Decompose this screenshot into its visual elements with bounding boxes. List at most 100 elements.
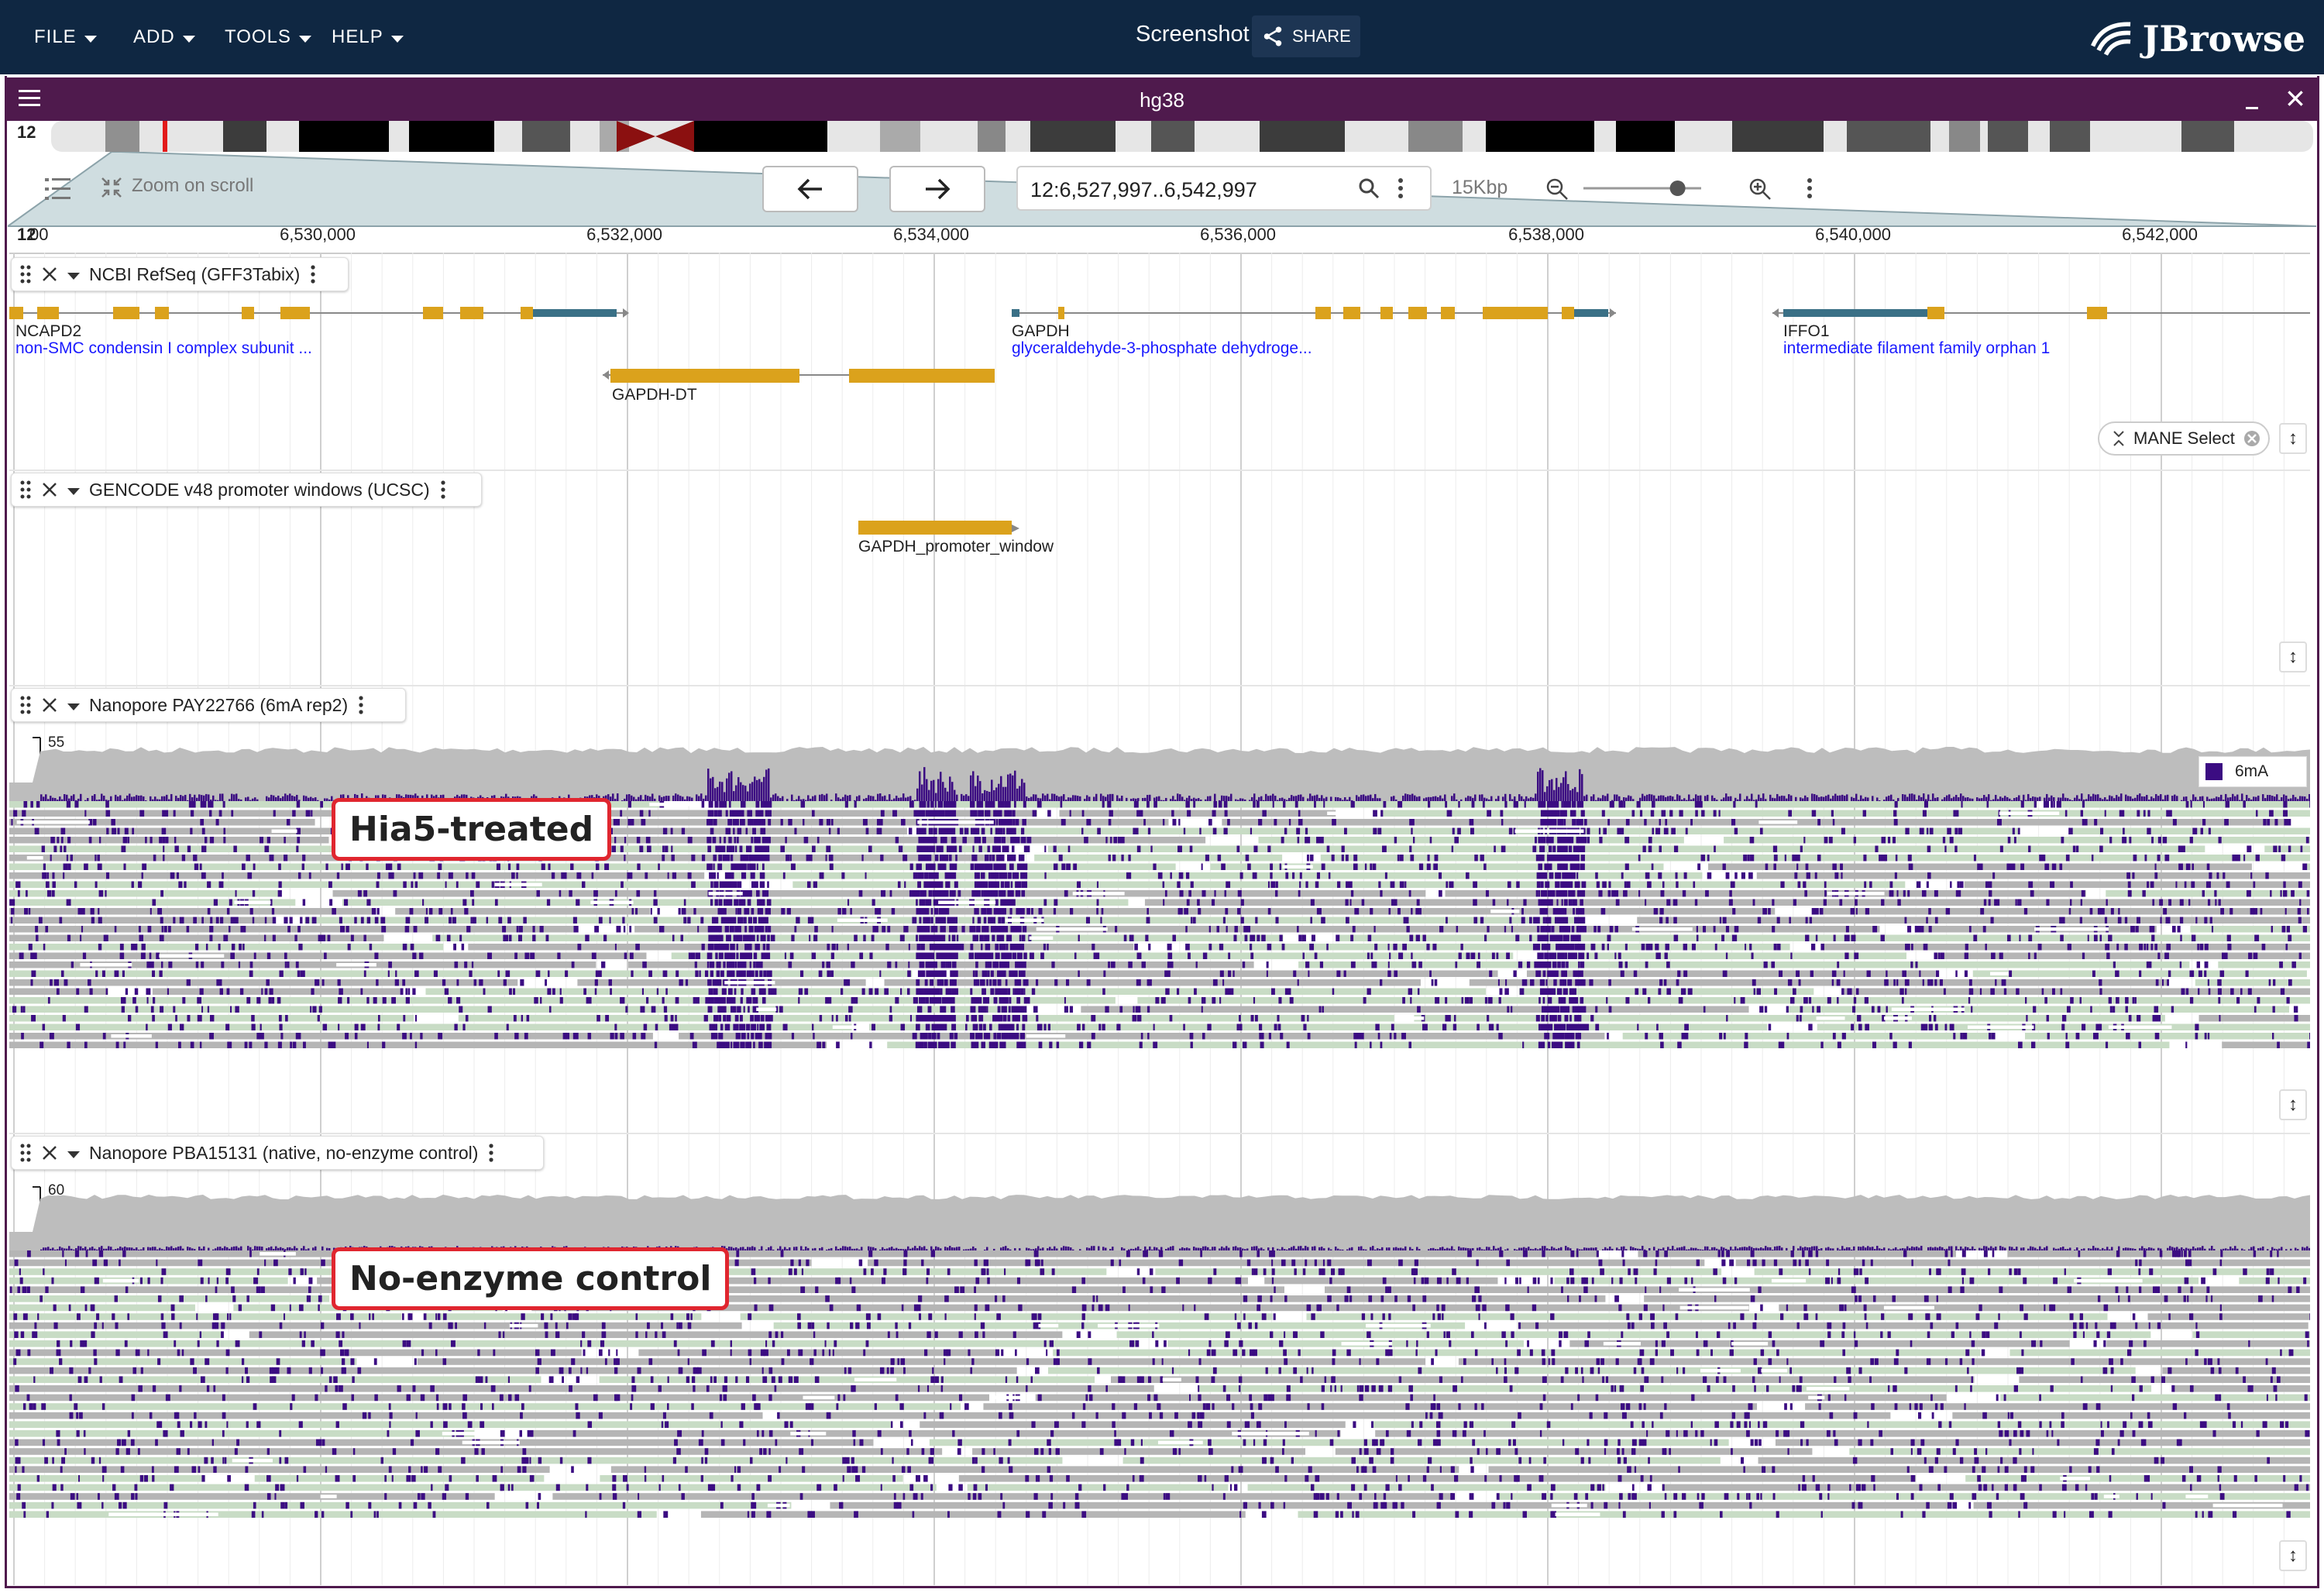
track-selector-icon[interactable] [45, 177, 71, 201]
legend-swatch [2205, 763, 2223, 780]
bp-per-view-label: 15Kbp [1452, 177, 1508, 198]
chevron-down-icon [390, 35, 404, 43]
track-header-nanopore-control[interactable]: Nanopore PBA15131 (native, no-enzyme con… [11, 1136, 544, 1170]
gene-description: glyceraldehyde-3-phosphate dehydroge... [1012, 339, 1312, 357]
track-name: GENCODE v48 promoter windows (UCSC) [89, 479, 430, 500]
close-track-icon[interactable] [41, 1144, 58, 1161]
track-menu-icon[interactable] [357, 694, 365, 716]
ruler-tick: 6,538,000 [1508, 225, 1584, 244]
drag-handle-icon[interactable] [19, 1143, 32, 1163]
zoom-out-icon[interactable] [1545, 177, 1569, 201]
track-divider [9, 470, 2310, 471]
zoom-in-icon[interactable] [1748, 177, 1772, 201]
close-track-icon[interactable] [41, 697, 58, 714]
resize-icon: ↕ [2288, 1094, 2298, 1115]
feature-gapdh-promoter-window[interactable] [858, 519, 1026, 538]
chromosome-label: 12 [17, 122, 36, 142]
track-resize-handle[interactable]: ↕ [2279, 641, 2307, 672]
remove-filter-icon[interactable] [2243, 429, 2261, 448]
ruler-tick: 6,542,000 [2122, 225, 2198, 244]
resize-icon: ↕ [2288, 646, 2298, 667]
share-icon [1263, 26, 1282, 46]
zoom-on-scroll-icon[interactable] [99, 175, 124, 200]
gene-gapdh[interactable] [1012, 307, 1616, 319]
gene-label: GAPDH-DT [612, 386, 697, 404]
menu-help[interactable]: HELP [332, 23, 404, 51]
drag-handle-icon[interactable] [19, 695, 32, 715]
zoom-on-scroll-label[interactable]: Zoom on scroll [132, 175, 253, 197]
view-title: hg38 [1140, 88, 1184, 112]
screenshot-label: Screenshot [1136, 22, 1250, 46]
chromosome-ideogram[interactable] [51, 121, 2313, 152]
menu-tools[interactable]: TOOLS [225, 23, 311, 51]
drag-handle-icon[interactable] [19, 480, 32, 500]
close-track-icon[interactable] [41, 266, 58, 283]
ruler-tick: 6,534,000 [893, 225, 969, 244]
menu-help-label: HELP [332, 26, 383, 47]
gene-description: non-SMC condensin I complex subunit ... [15, 339, 312, 357]
chevron-down-icon [298, 35, 311, 43]
ruler-tick: 6,532,000 [586, 225, 662, 244]
track-header-nanopore-treated[interactable]: Nanopore PAY22766 (6mA rep2) [11, 688, 406, 722]
track-divider [9, 1133, 2310, 1134]
track-header-refseq[interactable]: NCBI RefSeq (GFF3Tabix) [11, 257, 349, 291]
zoom-slider-thumb[interactable] [1669, 181, 1686, 196]
menu-add[interactable]: ADD [133, 23, 195, 51]
jbrowse-logo: JBrowse [2089, 14, 2305, 64]
gene-label: GAPDH [1012, 322, 1070, 340]
ruler-tick: 6,540,000 [1815, 225, 1891, 244]
resize-icon: ↕ [2288, 428, 2298, 449]
coverage-plot-treated[interactable] [9, 736, 2310, 801]
gene-description: intermediate filament family orphan 1 [1783, 339, 2051, 357]
drag-handle-icon[interactable] [19, 264, 32, 284]
gene-iffo1[interactable] [1772, 307, 2310, 319]
chevron-down-icon[interactable] [67, 1151, 80, 1158]
track-menu-icon[interactable] [309, 263, 317, 285]
location-more-icon[interactable] [1396, 177, 1405, 200]
gene-label: IFFO1 [1783, 322, 1830, 340]
chevron-down-icon[interactable] [67, 487, 80, 495]
gene-gapdh-dt[interactable] [603, 369, 995, 383]
track-resize-handle[interactable]: ↕ [2279, 1540, 2307, 1571]
chevron-down-icon[interactable] [67, 272, 80, 280]
track-name: Nanopore PBA15131 (native, no-enzyme con… [89, 1142, 479, 1163]
ruler-tick: 6,536,000 [1200, 225, 1276, 244]
pan-left-button[interactable] [762, 166, 858, 212]
chevron-down-icon [84, 35, 97, 43]
filter-chip-mane-select[interactable]: MANE Select [2098, 421, 2270, 456]
minimize-icon[interactable] [2243, 93, 2262, 112]
coordinate-ruler[interactable]: 12 00 6,530,000 6,532,000 6,534,000 6,53… [9, 225, 2310, 254]
zoom-slider[interactable] [1580, 178, 1704, 198]
chevron-down-icon[interactable] [67, 703, 80, 710]
close-track-icon[interactable] [41, 481, 58, 498]
coverage-plot-control[interactable] [9, 1185, 2310, 1250]
share-button[interactable]: SHARE [1252, 15, 1360, 57]
arrow-left-icon [797, 178, 822, 200]
track-name: NCBI RefSeq (GFF3Tabix) [89, 263, 301, 284]
search-icon[interactable] [1357, 177, 1380, 200]
resize-icon: ↕ [2288, 1545, 2298, 1566]
view-header: hg38 [5, 77, 2319, 121]
gene-label: NCAPD2 [15, 322, 82, 340]
location-value: 12:6,527,997..6,542,997 [1030, 178, 1257, 201]
close-icon[interactable] [2285, 88, 2305, 108]
share-label: SHARE [1292, 26, 1351, 46]
ruler-partial-tick: 00 [29, 225, 49, 244]
track-resize-handle[interactable]: ↕ [2279, 1089, 2307, 1120]
view-more-icon[interactable] [1805, 177, 1814, 200]
annotation-hia5-treated: Hia5-treated [332, 798, 612, 861]
menu-add-label: ADD [133, 26, 175, 47]
gene-ncapd2[interactable] [9, 307, 629, 319]
track-resize-handle[interactable]: ↕ [2279, 423, 2307, 454]
pan-right-button[interactable] [889, 166, 985, 212]
ruler-tick: 6,530,000 [280, 225, 356, 244]
track-header-gencode[interactable]: GENCODE v48 promoter windows (UCSC) [11, 473, 482, 507]
filter-chip-label: MANE Select [2133, 428, 2235, 448]
track-menu-icon[interactable] [439, 479, 447, 500]
feature-label: GAPDH_promoter_window [858, 538, 1054, 556]
track-menu-icon[interactable] [487, 1142, 495, 1164]
legend-label: 6mA [2235, 762, 2269, 780]
track-divider [9, 685, 2310, 686]
menu-file[interactable]: FILE [34, 23, 97, 51]
chevron-down-icon [182, 35, 195, 43]
